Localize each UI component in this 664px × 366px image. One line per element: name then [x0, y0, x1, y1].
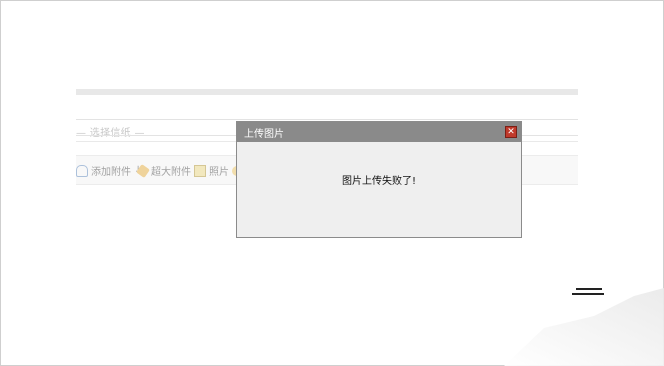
photo-button[interactable]: 照片: [194, 163, 242, 178]
upload-image-dialog: 上传图片 ✕ 图片上传失败了!: [236, 121, 522, 238]
dialog-title-bar[interactable]: 上传图片 ✕: [237, 122, 521, 142]
divider: [76, 119, 578, 120]
dialog-title: 上传图片: [244, 129, 284, 140]
add-attachment-label: 添加附件: [91, 167, 131, 178]
paperclip-icon: [76, 164, 88, 177]
editor-top-bar: [76, 89, 578, 95]
large-attachment-icon: [136, 163, 150, 178]
photo-label: 照片: [209, 167, 229, 178]
close-icon[interactable]: ✕: [505, 126, 517, 138]
add-attachment-button[interactable]: 添加附件 ↓: [76, 163, 142, 178]
brush-watermark-icon: [504, 288, 664, 366]
large-attachment-label: 超大附件: [151, 167, 191, 178]
stationery-select[interactable]: — 选择信纸 —: [76, 124, 145, 139]
photo-icon: [194, 164, 206, 177]
dialog-body: 图片上传失败了!: [237, 142, 521, 237]
upload-error-message: 图片上传失败了!: [341, 176, 416, 187]
large-attachment-button[interactable]: 超大附件: [136, 163, 191, 178]
